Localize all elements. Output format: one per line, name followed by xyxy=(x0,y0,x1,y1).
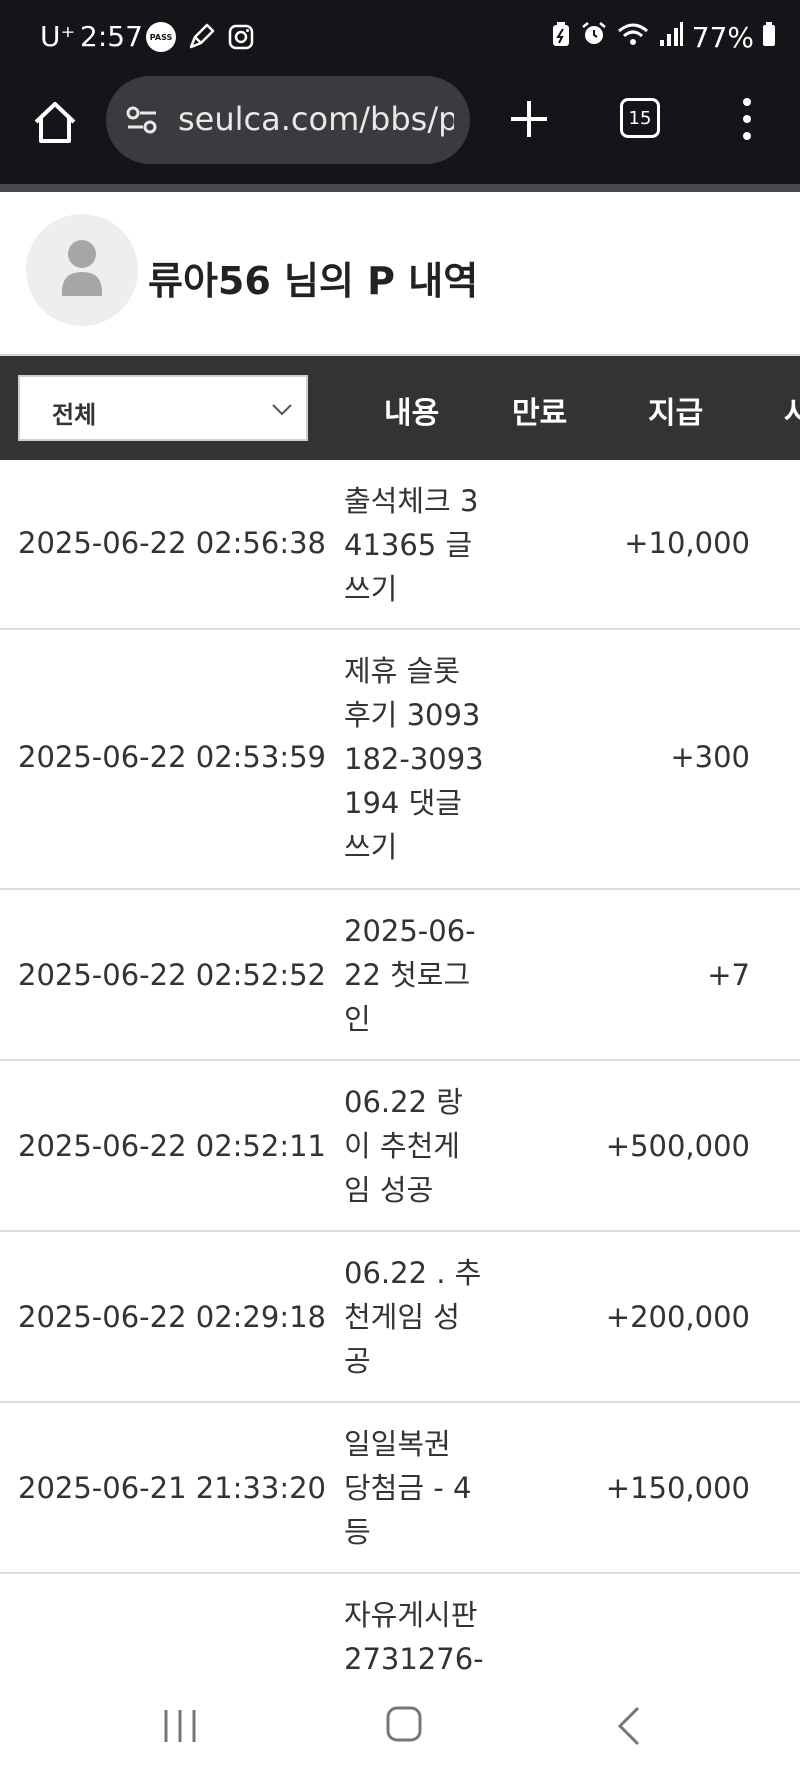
instagram-icon xyxy=(226,22,256,52)
table-row: 2025-06-22 02:56:38 출석체크 341365 글쓰기 +10,… xyxy=(0,460,800,630)
row-amount: +7 xyxy=(707,958,750,992)
pass-app-icon: PASS xyxy=(146,22,176,52)
row-date: 2025-06-22 02:52:11 xyxy=(18,1129,326,1163)
row-amount: +150,000 xyxy=(605,1471,750,1505)
site-settings-icon[interactable] xyxy=(124,102,160,138)
profile-header: 류아56 님의 P 내역 xyxy=(0,192,800,354)
avatar xyxy=(26,214,138,326)
filter-select[interactable]: 전체 xyxy=(18,375,308,441)
page-title: 류아56 님의 P 내역 xyxy=(148,259,479,303)
row-amount: +10,000 xyxy=(624,526,750,560)
row-date: 2025-06-21 21:33:20 xyxy=(18,1471,326,1505)
column-header-extra: 사 xyxy=(784,396,800,431)
address-bar[interactable]: seulca.com/bbs/p xyxy=(106,76,470,164)
table-row: 2025-06-22 02:52:11 06.22 랑이 추천게임 성공 +50… xyxy=(0,1061,800,1232)
row-content: 자유게시판 2731276- xyxy=(344,1598,484,1674)
table-row: 2025-06-22 02:52:52 2025-06-22 첫로그인 +7 xyxy=(0,890,800,1061)
table-header: 전체 내용 만료 지급 사 xyxy=(0,356,800,460)
battery-percentage: 77% xyxy=(691,21,754,54)
clock: 2:57 xyxy=(80,20,143,53)
row-content: 2025-06-22 첫로그인 xyxy=(344,914,476,1036)
status-bar: U⁺ 2:57 PASS 77% xyxy=(0,0,800,76)
row-date: 2025-06-22 02:52:52 xyxy=(18,958,326,992)
battery-icon xyxy=(762,21,776,54)
home-icon[interactable] xyxy=(30,98,80,148)
row-date: 2025-06-22 02:29:18 xyxy=(18,1300,326,1334)
tab-switcher-button[interactable]: 15 xyxy=(620,98,660,138)
row-content: 출석체크 341365 글쓰기 xyxy=(344,484,479,606)
row-content: 제휴 슬롯 후기 3093182-3093194 댓글쓰기 xyxy=(344,654,484,864)
row-date: 2025-06-22 02:53:59 xyxy=(18,740,326,774)
url-text[interactable]: seulca.com/bbs/p xyxy=(178,100,454,138)
row-amount: +500,000 xyxy=(605,1129,750,1163)
row-date: 2025-06-22 02:56:38 xyxy=(18,526,326,560)
row-amount: +300 xyxy=(670,740,750,774)
row-amount: +200,000 xyxy=(605,1300,750,1334)
table-row: 2025-06-22 02:29:18 06.22 . 추천게임 성공 +200… xyxy=(0,1232,800,1403)
column-header-payment: 지급 xyxy=(648,396,704,431)
new-tab-plus-icon[interactable] xyxy=(508,98,550,140)
more-menu-icon[interactable] xyxy=(732,94,762,144)
carrier-label: U⁺ xyxy=(40,20,76,53)
chevron-down-icon xyxy=(270,397,294,421)
table-row: 자유게시판 2731276- xyxy=(0,1574,800,1674)
toolbar-divider xyxy=(0,184,800,192)
row-content: 06.22 랑이 추천게임 성공 xyxy=(344,1085,463,1207)
battery-saver-icon xyxy=(550,20,572,55)
table-row: 2025-06-21 21:33:20 일일복권 당첨금 - 4등 +150,0… xyxy=(0,1403,800,1574)
filter-selected-value: 전체 xyxy=(52,401,97,429)
back-icon[interactable] xyxy=(614,1704,644,1748)
column-header-expiry: 만료 xyxy=(512,396,568,431)
alarm-icon xyxy=(580,20,608,55)
points-history-list: 2025-06-22 02:56:38 출석체크 341365 글쓰기 +10,… xyxy=(0,460,800,1674)
row-content: 일일복권 당첨금 - 4등 xyxy=(344,1427,472,1549)
row-content: 06.22 . 추천게임 성공 xyxy=(344,1256,482,1378)
browser-toolbar: seulca.com/bbs/p 15 xyxy=(0,76,800,184)
user-silhouette-icon xyxy=(62,240,102,296)
system-navigation-bar xyxy=(0,1674,800,1778)
table-row: 2025-06-22 02:53:59 제휴 슬롯 후기 3093182-309… xyxy=(0,630,800,890)
wifi-icon xyxy=(616,20,650,55)
signal-icon xyxy=(658,20,684,55)
home-button-icon[interactable] xyxy=(384,1704,424,1744)
column-header-content: 내용 xyxy=(384,396,440,431)
pen-icon xyxy=(186,22,216,52)
recent-apps-icon[interactable] xyxy=(160,1706,200,1746)
